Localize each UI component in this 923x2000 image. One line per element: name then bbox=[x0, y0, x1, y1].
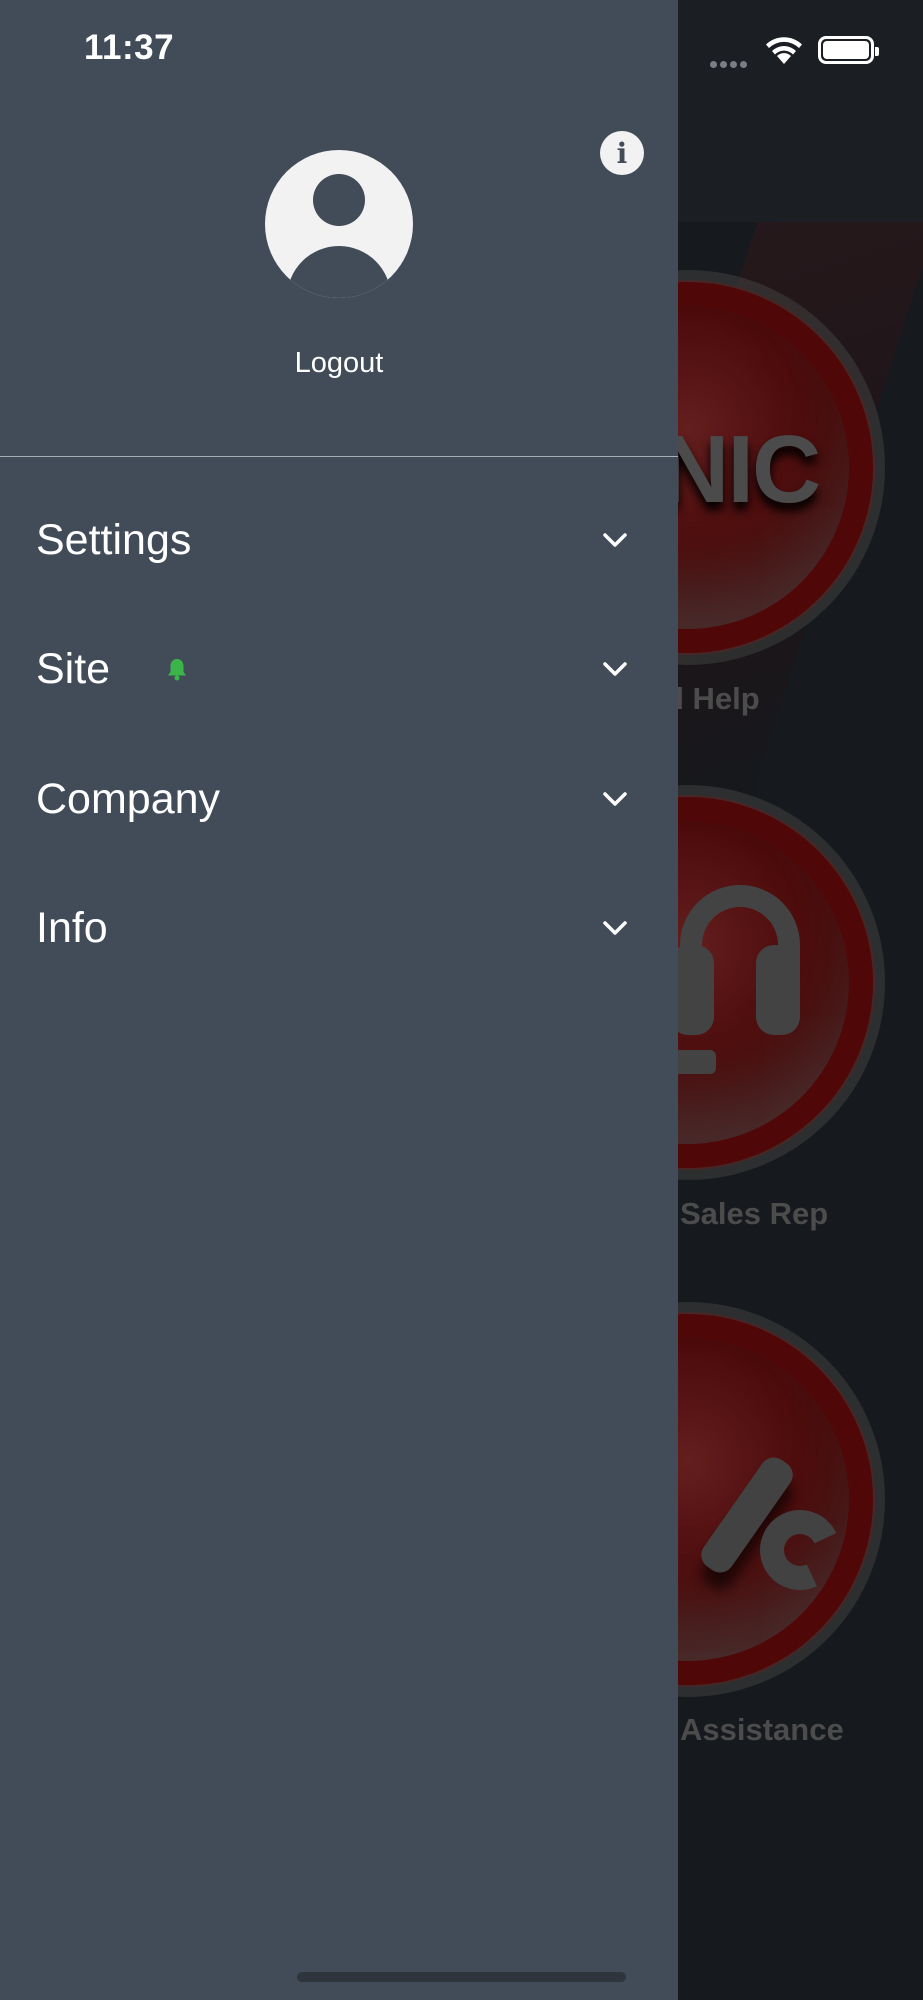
info-icon-glyph: i bbox=[616, 136, 628, 170]
menu-item-label: Site bbox=[36, 645, 111, 693]
avatar-body bbox=[287, 246, 391, 298]
avatar[interactable] bbox=[265, 150, 413, 298]
chevron-down-icon bbox=[603, 662, 627, 676]
divider bbox=[0, 456, 678, 457]
home-indicator[interactable] bbox=[297, 1972, 626, 1982]
menu-item-company[interactable]: Company bbox=[0, 744, 678, 854]
chevron-down-icon bbox=[603, 533, 627, 547]
logout-button[interactable]: Logout bbox=[0, 347, 678, 380]
menu-item-info[interactable]: Info bbox=[0, 873, 678, 983]
info-icon[interactable]: i bbox=[600, 131, 644, 175]
wifi-icon bbox=[766, 37, 802, 64]
chevron-down-icon bbox=[603, 921, 627, 935]
cellular-signal-icon bbox=[710, 55, 750, 73]
status-bar: 11:37 bbox=[0, 0, 923, 100]
menu-item-site[interactable]: Site bbox=[0, 614, 678, 724]
menu-item-label: Info bbox=[36, 904, 108, 952]
status-time: 11:37 bbox=[84, 28, 175, 67]
menu-item-label: Company bbox=[36, 775, 221, 823]
side-drawer: i Logout Settings Site Company Info bbox=[0, 0, 678, 2000]
menu-item-settings[interactable]: Settings bbox=[0, 485, 678, 595]
chevron-down-icon bbox=[603, 792, 627, 806]
avatar-head bbox=[313, 174, 365, 226]
battery-icon bbox=[818, 36, 879, 64]
bell-icon bbox=[168, 659, 186, 681]
menu-item-label: Settings bbox=[36, 516, 192, 564]
